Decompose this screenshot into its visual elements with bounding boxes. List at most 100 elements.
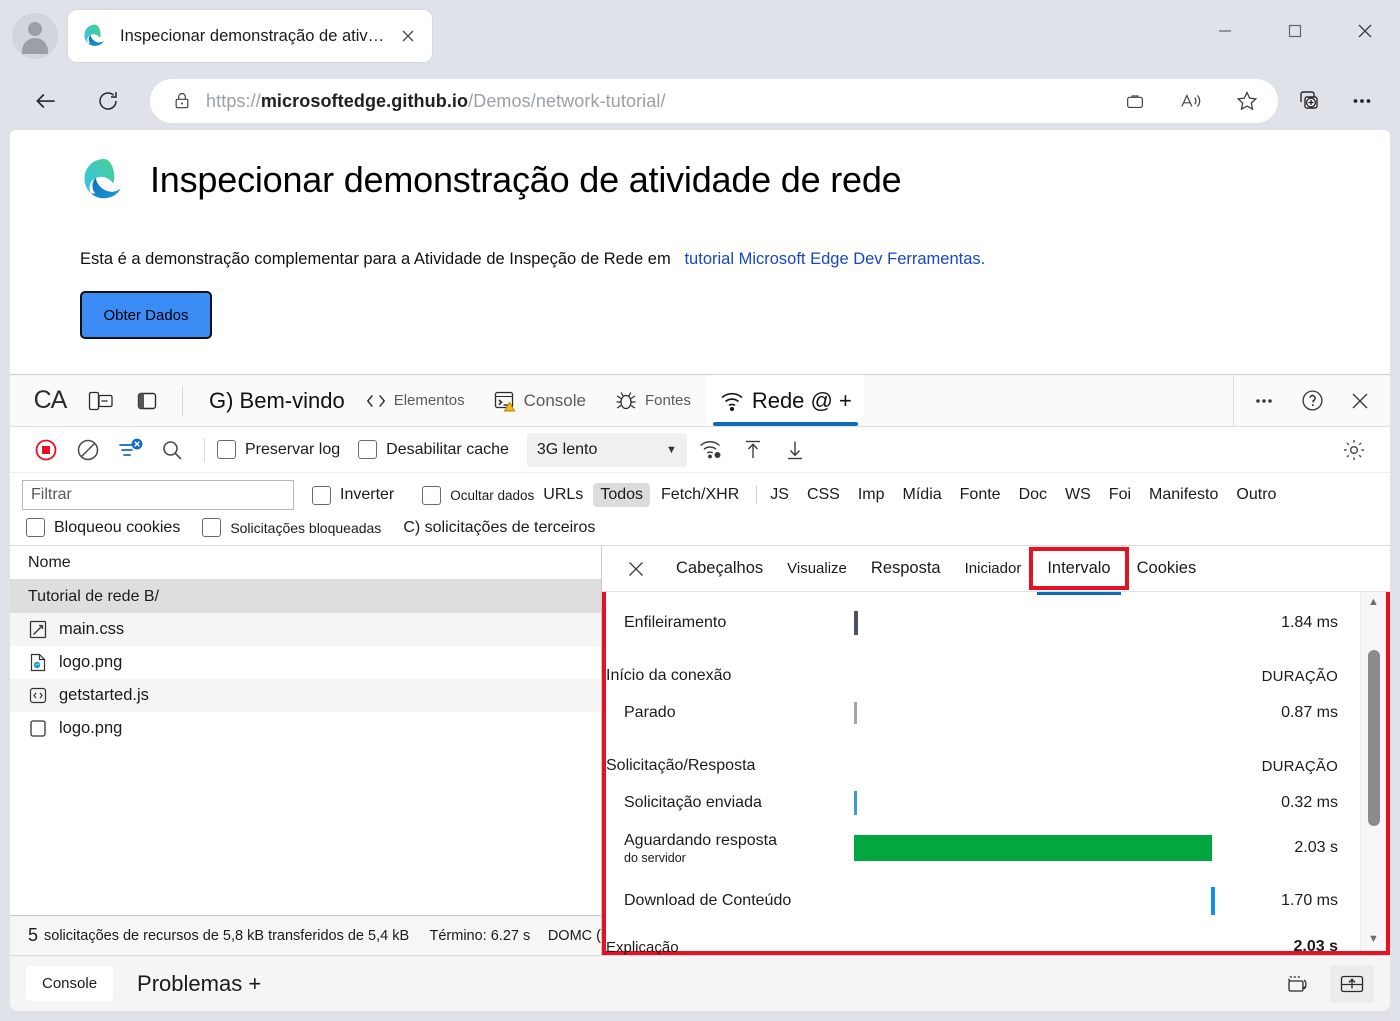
tab-elements[interactable]: Elementos [353,375,477,426]
ellipsis-icon[interactable] [1240,381,1288,421]
collections-icon[interactable] [1114,82,1156,120]
browser-tab[interactable]: Inspecionar demonstração de atividade de… [68,10,432,62]
filter-row-1: Inverter Ocultar dados URLs Todos Fetch/… [22,480,1390,510]
divider [204,437,205,462]
tab-cookies[interactable]: Cookies [1125,553,1209,584]
third-party-label[interactable]: C) solicitações de terceiros [403,519,595,537]
export-arrow-down-icon[interactable] [775,432,815,468]
minimize-icon[interactable] [1190,0,1260,62]
reload-icon[interactable] [88,81,128,121]
page-paragraph: Esta é a demonstração complementar para … [80,250,1390,269]
timing-bar [854,835,1212,861]
close-icon[interactable] [398,26,418,46]
person-icon [17,18,53,54]
filter-type-todos[interactable]: Todos [593,483,651,507]
devtools-tabbar: CA G) Bem-vindo Elementos Console Fontes… [10,375,1390,427]
back-arrow-icon[interactable] [26,81,66,121]
timing-bar [854,791,857,815]
gear-icon[interactable] [1334,432,1374,468]
dock-bottom-icon[interactable] [1330,964,1374,1003]
obter-dados-button[interactable]: Obter Dados [80,291,212,339]
clear-circle-slash-icon[interactable] [68,432,108,468]
devtools-tabs: G) Bem-vindo Elementos Console Fontes Re… [197,375,864,426]
filter-type-foi[interactable]: Foi [1102,483,1138,507]
tab-timing[interactable]: Intervalo [1029,547,1129,595]
request-name: logo.png [59,653,123,671]
star-icon[interactable] [1226,82,1268,120]
tab-network[interactable]: Rede @ + [706,375,864,426]
tab-welcome-label: G) Bem-vindo [209,387,345,413]
table-row[interactable]: main.css [10,613,601,646]
maximize-icon[interactable] [1260,0,1330,62]
record-stop-icon[interactable] [26,431,66,468]
chevron-down-icon[interactable]: ▼ [1368,934,1379,945]
code-brackets-icon [365,392,387,410]
close-icon[interactable] [1330,0,1400,62]
table-row[interactable]: logo.png [10,712,601,745]
scrollbar-thumb[interactable] [1368,650,1380,826]
console-warning-icon [493,390,517,412]
tab-headers[interactable]: Cabeçalhos [664,553,775,584]
timing-scrollbar[interactable]: ▲ ▼ [1360,592,1386,951]
tab-response[interactable]: Resposta [859,553,953,584]
import-arrow-up-icon[interactable] [733,432,773,468]
profile-avatar[interactable] [12,13,58,59]
filter-type-fetchxhr[interactable]: Fetch/XHR [654,483,746,507]
ellipsis-icon[interactable] [1342,81,1382,121]
device-emulation-icon[interactable] [80,381,122,421]
filter-type-css[interactable]: CSS [800,483,847,507]
dock-side-icon[interactable] [126,381,168,421]
ca-inspect-icon[interactable]: CA [24,381,76,421]
tab-sources[interactable]: Fontes [602,375,703,426]
read-aloud-icon[interactable] [1170,82,1212,120]
table-row[interactable]: logo.png [10,646,601,679]
filter-type-midia[interactable]: Mídia [896,483,949,507]
disable-cache-checkbox[interactable]: Desabilitar cache [358,440,509,459]
close-icon[interactable] [616,549,656,589]
split-screen-icon[interactable] [1290,81,1330,121]
request-name: getstarted.js [59,686,149,704]
filter-type-manifesto[interactable]: Manifesto [1142,483,1225,507]
tab-preview[interactable]: Visualize [775,554,859,583]
edge-logo-icon [82,23,108,49]
chevron-up-icon[interactable]: ▲ [1368,597,1379,608]
preserve-log-checkbox[interactable]: Preservar log [217,440,340,459]
invert-checkbox[interactable]: Inverter [312,485,394,505]
filter-type-outro[interactable]: Outro [1229,483,1283,507]
throttling-dropdown[interactable]: 3G lento ▼ [526,432,687,467]
finish-time: Término: 6.27 s [429,927,531,944]
blocked-cookies-checkbox[interactable]: Bloqueou cookies [26,518,180,537]
filter-input[interactable] [22,480,294,510]
network-body: Nome Tutorial de rede B/ main.css logo.p… [10,545,1390,956]
page-heading: Inspecionar demonstração de atividade de… [80,156,1390,204]
network-conditions-icon[interactable] [691,432,731,468]
tab-console[interactable]: Console [481,375,598,426]
tab-initiator[interactable]: Iniciador [953,554,1034,583]
filter-with-x-icon[interactable] [110,431,150,468]
search-icon[interactable] [152,432,192,468]
network-controls: Preservar log Desabilitar cache 3G lento… [10,427,1390,473]
filter-type-js[interactable]: JS [763,483,796,507]
tab-welcome[interactable]: G) Bem-vindo [197,375,349,426]
filter-type-ws[interactable]: WS [1058,483,1098,507]
hide-data-urls-checkbox[interactable]: Ocultar dados URLs [422,485,583,505]
blocked-requests-checkbox[interactable]: Solicitações bloqueadas [202,518,381,537]
drawer-tab-console[interactable]: Console [26,966,114,1001]
filter-type-fonte[interactable]: Fonte [953,483,1008,507]
network-wifi-icon [719,390,745,412]
address-bar[interactable]: https://microsoftedge.github.io/Demos/ne… [150,79,1278,123]
request-group-header[interactable]: Tutorial de rede B/ [10,580,601,613]
close-icon[interactable] [1336,381,1384,421]
requests-column-header[interactable]: Nome [10,546,601,580]
table-row[interactable]: getstarted.js [10,679,601,712]
timing-label-sub: do servidor [624,850,686,865]
drawer-tab-problems[interactable]: Problemas + [123,971,261,997]
filter-type-imp[interactable]: Imp [851,483,892,507]
lock-icon[interactable] [172,91,192,111]
requests-list: Tutorial de rede B/ main.css logo.png ge… [10,580,601,915]
restore-drawer-icon[interactable] [1278,965,1322,1003]
question-mark-icon[interactable] [1288,381,1336,421]
tutorial-link[interactable]: tutorial Microsoft Edge Dev Ferramentas. [684,250,985,268]
filter-type-doc[interactable]: Doc [1012,483,1054,507]
timing-value: 1.70 ms [1281,892,1338,909]
